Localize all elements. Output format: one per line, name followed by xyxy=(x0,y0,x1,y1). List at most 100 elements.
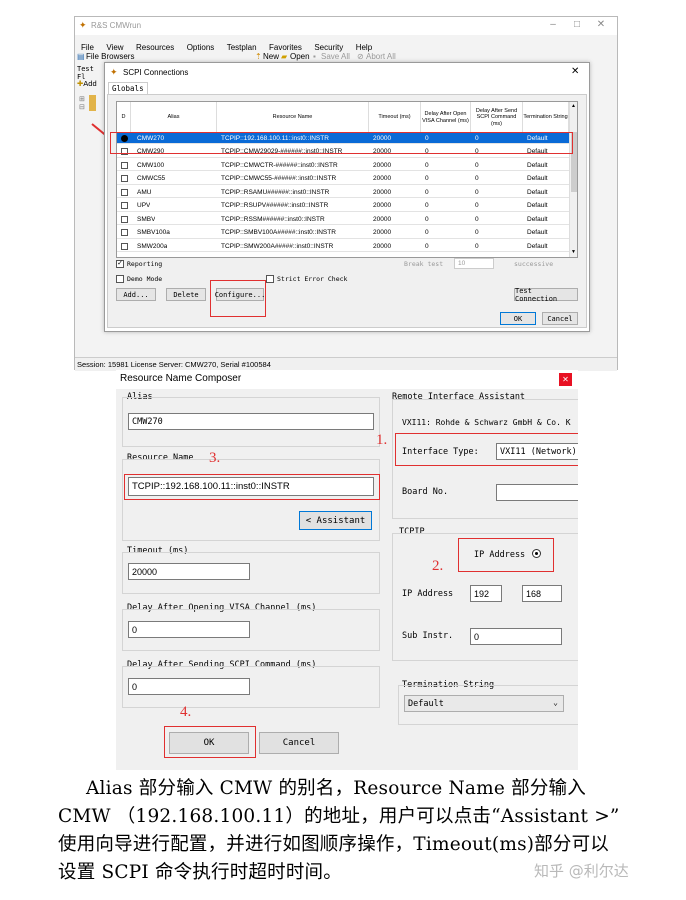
title-bar: ✦ R&S CMWrun – □ ✕ xyxy=(75,17,617,35)
strict-error-checkbox[interactable] xyxy=(266,275,274,283)
status-bar: Session: 15981 License Server: CMW270, S… xyxy=(75,357,617,371)
table-row[interactable]: SMBV TCPIP::RSSM######::inst0::INSTR 20000… xyxy=(117,214,569,226)
ip-part2-input[interactable]: 168 xyxy=(522,585,562,602)
column-header-alias[interactable]: Alias xyxy=(131,102,217,133)
cell-d2: 0 xyxy=(475,202,479,209)
row-checkbox[interactable] xyxy=(121,175,128,182)
open-button[interactable]: Open xyxy=(290,52,310,61)
break-test-label: Break test xyxy=(404,260,444,268)
ip-address-label: IP Address xyxy=(402,589,454,599)
scpi-dialog-title: SCPI Connections xyxy=(123,68,189,77)
menu-file[interactable]: File xyxy=(81,43,94,52)
menu-testplan[interactable]: Testplan xyxy=(227,43,257,52)
marker-2: 2. xyxy=(432,558,444,574)
save-all-button[interactable]: Save All xyxy=(321,52,350,61)
menu-resources[interactable]: Resources xyxy=(136,43,174,52)
menu-security[interactable]: Security xyxy=(314,43,343,52)
column-header-delay-send[interactable]: Delay After Send SCPI Command (ms) xyxy=(471,102,523,133)
sub-instr-input[interactable]: 0 xyxy=(470,628,562,645)
menu-view[interactable]: View xyxy=(106,43,123,52)
maximize-button[interactable]: □ xyxy=(567,19,587,33)
table-row[interactable]: CMW100 TCPIP::CMWCTR-######::inst0::INSTR… xyxy=(117,160,569,172)
delay-open-input[interactable]: 0 xyxy=(128,621,250,638)
cell-resource: TCPIP::SMW200A#####::inst0::INSTR xyxy=(221,242,334,250)
composer-close-button[interactable]: ✕ xyxy=(559,373,572,386)
break-test-input[interactable]: 10 xyxy=(454,258,494,269)
composer-title: Resource Name Composer xyxy=(120,373,242,384)
new-button[interactable]: New xyxy=(263,52,279,61)
row-checkbox[interactable] xyxy=(121,229,128,236)
delete-connection-button[interactable]: Delete xyxy=(166,288,206,301)
scpi-ok-button[interactable]: OK xyxy=(500,312,536,325)
file-browsers-icon: ▤ xyxy=(77,52,85,61)
scroll-up-icon[interactable]: ▲ xyxy=(571,103,576,109)
scroll-down-icon[interactable]: ▼ xyxy=(571,249,576,255)
assistant-button[interactable]: < Assistant xyxy=(299,511,372,530)
minimize-button[interactable]: – xyxy=(543,19,563,33)
board-no-input[interactable] xyxy=(496,484,578,501)
table-row[interactable]: SMW200a TCPIP::SMW200A#####::inst0::INSTR… xyxy=(117,241,569,253)
test-connection-button[interactable]: Test Connection xyxy=(514,287,578,303)
scpi-cancel-button[interactable]: Cancel xyxy=(542,312,578,325)
cell-d2: 0 xyxy=(475,215,479,223)
cell-resource: TCPIP::RSUPV######::inst0::INSTR xyxy=(221,202,329,209)
reporting-label: Reporting xyxy=(127,260,163,268)
cell-d1: 0 xyxy=(425,202,429,209)
cell-timeout: 20000 xyxy=(373,229,392,236)
tab-globals[interactable]: Globals xyxy=(108,82,148,94)
demo-mode-checkbox[interactable] xyxy=(116,275,124,283)
menu-options[interactable]: Options xyxy=(187,43,215,52)
resource-name-composer: Resource Name Composer ✕ Alias CMW270 Re… xyxy=(116,370,578,770)
board-no-label: Board No. xyxy=(402,487,449,497)
termination-value: Default xyxy=(408,698,444,709)
cell-term: Default xyxy=(527,215,548,223)
vendor-text: VXI11: Rohde & Schwarz GmbH & Co. K xyxy=(402,418,571,427)
table-scrollbar[interactable]: ▲ ▼ xyxy=(569,102,577,257)
column-header-termination[interactable]: Termination String xyxy=(523,102,569,133)
caption-line-2: CMW （192.168.100.11）的地址，用户可以点击“Assistant… xyxy=(58,806,620,827)
scpi-close-icon[interactable]: ✕ xyxy=(571,66,579,77)
status-text: Session: 15981 License Server: CMW270, S… xyxy=(77,360,271,369)
marker-1: 1. xyxy=(376,432,388,448)
cell-d2: 0 xyxy=(475,188,479,196)
reporting-checkbox[interactable]: ✓ xyxy=(116,260,124,268)
timeout-input[interactable]: 20000 xyxy=(128,563,250,580)
composer-cancel-button[interactable]: Cancel xyxy=(259,732,339,754)
table-row[interactable]: SMBV100a TCPIP::SMBV100A#####::inst0::INS… xyxy=(117,228,569,239)
add-button[interactable]: ✚Add xyxy=(77,79,97,88)
row-checkbox[interactable] xyxy=(121,188,128,196)
cell-timeout: 20000 xyxy=(373,202,392,209)
highlight-ip-address xyxy=(458,538,554,572)
column-header-delay-open[interactable]: Delay After Open VISA Channel (ms) xyxy=(421,102,471,133)
menu-favorites[interactable]: Favorites xyxy=(269,43,302,52)
row-checkbox[interactable] xyxy=(121,215,128,223)
cell-d2: 0 xyxy=(475,242,479,250)
column-header-resource-name[interactable]: Resource Name xyxy=(217,102,369,133)
row-checkbox[interactable] xyxy=(121,161,128,169)
cell-d1: 0 xyxy=(425,242,429,250)
close-button[interactable]: ✕ xyxy=(591,19,611,33)
file-browsers-tab[interactable]: File Browsers xyxy=(86,52,134,61)
abort-icon: ⊘ xyxy=(357,52,364,61)
add-connection-button[interactable]: Add... xyxy=(116,288,156,301)
abort-all-button[interactable]: Abort All xyxy=(366,52,396,61)
connections-table: D Alias Resource Name Timeout (ms) Delay… xyxy=(116,101,578,258)
cell-term: Default xyxy=(527,161,548,169)
table-row[interactable]: UPV TCPIP::RSUPV######::inst0::INSTR 20000… xyxy=(117,201,569,212)
tree-expander-icon[interactable]: ⊞ ⊟ xyxy=(79,95,85,111)
row-checkbox[interactable] xyxy=(121,202,128,209)
menu-help[interactable]: Help xyxy=(356,43,372,52)
highlight-ok xyxy=(164,726,256,758)
table-row[interactable]: CMWC55 TCPIP::CMWC55-######::inst0::INSTR… xyxy=(117,174,569,185)
delay-send-input[interactable]: 0 xyxy=(128,678,250,695)
row-checkbox[interactable] xyxy=(121,242,128,250)
alias-input[interactable]: CMW270 xyxy=(128,413,374,430)
table-row[interactable]: AMU TCPIP::RSAMU######::inst0::INSTR 20000… xyxy=(117,187,569,199)
cell-alias: SMBV100a xyxy=(137,229,170,236)
column-header-d[interactable]: D xyxy=(117,102,131,133)
ip-part1-input[interactable]: 192 xyxy=(470,585,502,602)
marker-4: 4. xyxy=(180,704,192,720)
column-header-timeout[interactable]: Timeout (ms) xyxy=(369,102,421,133)
termination-select[interactable]: Default ⌄ xyxy=(404,695,564,712)
highlight-resource-name xyxy=(124,474,380,500)
